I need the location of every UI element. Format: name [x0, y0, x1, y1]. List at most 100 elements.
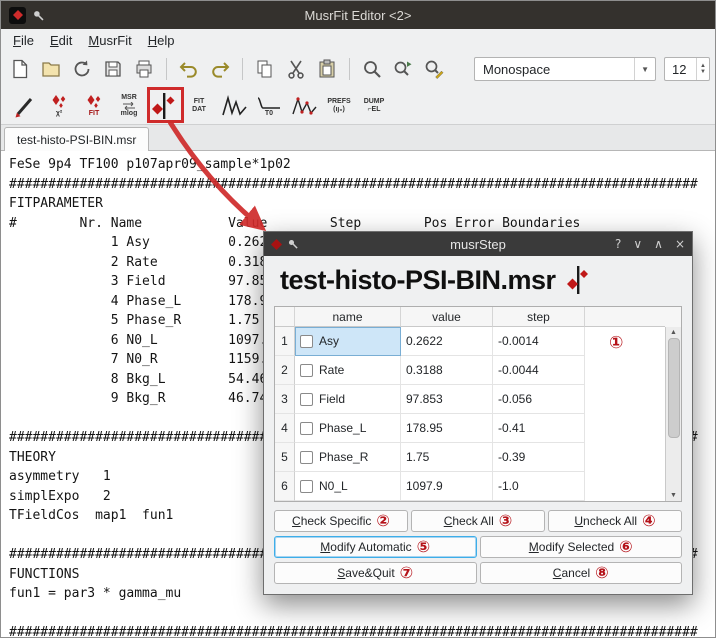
column-header-step: step: [493, 307, 585, 327]
font-size-spinbox[interactable]: 12 ▲▼: [664, 57, 710, 81]
open-file-button[interactable]: [37, 55, 65, 83]
musrview-button[interactable]: [219, 89, 249, 123]
table-cell-step[interactable]: -0.0014: [493, 327, 585, 356]
table-cell-name[interactable]: Rate: [295, 356, 401, 385]
cut-button[interactable]: [282, 55, 310, 83]
reload-button[interactable]: [68, 55, 96, 83]
row-number[interactable]: 4: [275, 414, 295, 443]
prefs-caption: PREFS: [327, 98, 350, 106]
annotation-circle-4: ④: [642, 513, 656, 529]
table-cell-step[interactable]: -0.39: [493, 443, 585, 472]
redo-button[interactable]: [206, 55, 234, 83]
maximize-button[interactable]: ∧: [654, 238, 663, 250]
scroll-up-icon[interactable]: ▲: [670, 327, 677, 338]
check-specific-button[interactable]: Check Specific ②: [274, 510, 408, 532]
menu-edit[interactable]: Edit: [42, 31, 80, 50]
table-cell-value[interactable]: 178.95: [401, 414, 493, 443]
msr2data-button[interactable]: MSR mlog: [114, 89, 144, 123]
corner-header: [275, 307, 295, 327]
t0-caption: T0: [265, 110, 273, 118]
row-number[interactable]: 3: [275, 385, 295, 414]
spinner-arrows-icon[interactable]: ▲▼: [696, 58, 709, 80]
copy-button[interactable]: [251, 55, 279, 83]
table-cell-value[interactable]: 0.3188: [401, 356, 493, 385]
annotation-circle-6: ⑥: [619, 539, 633, 555]
undo-icon: [178, 58, 200, 80]
table-cell-value[interactable]: 0.2622: [401, 327, 493, 356]
table-cell-empty: [585, 443, 665, 472]
find-replace-button[interactable]: [420, 55, 448, 83]
scrollbar-thumb[interactable]: [668, 338, 680, 438]
scroll-down-icon[interactable]: ▼: [670, 490, 677, 501]
musrwiz-button[interactable]: [9, 89, 39, 123]
annotation-circle-5: ⑤: [417, 539, 431, 555]
musrfit-logo-icon: [566, 265, 590, 295]
dialog-button-area: Check Specific ② Check All ③ Uncheck All…: [264, 502, 692, 584]
uncheck-all-button[interactable]: Uncheck All ④: [548, 510, 682, 532]
table-cell-value[interactable]: 1.75: [401, 443, 493, 472]
table-cell-step[interactable]: -0.0044: [493, 356, 585, 385]
row-number[interactable]: 5: [275, 443, 295, 472]
undo-button[interactable]: [175, 55, 203, 83]
row-number[interactable]: 6: [275, 472, 295, 501]
table-cell-name[interactable]: Asy: [295, 327, 401, 356]
table-cell-name[interactable]: Phase_R: [295, 443, 401, 472]
print-button[interactable]: [130, 55, 158, 83]
table-cell-value[interactable]: 1097.9: [401, 472, 493, 501]
checkbox[interactable]: [300, 451, 313, 464]
checkbox[interactable]: [300, 364, 313, 377]
menu-help[interactable]: Help: [140, 31, 183, 50]
table-cell-name[interactable]: Phase_L: [295, 414, 401, 443]
checkbox[interactable]: [300, 480, 313, 493]
save-button[interactable]: [99, 55, 127, 83]
find-next-button[interactable]: [389, 55, 417, 83]
table-cell-step[interactable]: -0.41: [493, 414, 585, 443]
minimize-button[interactable]: ∨: [633, 238, 642, 250]
menu-musrfit[interactable]: MusrFit: [80, 31, 139, 50]
musrfit-button[interactable]: FIT: [79, 89, 109, 123]
table-cell-step[interactable]: -0.056: [493, 385, 585, 414]
search-button[interactable]: [358, 55, 386, 83]
font-family-value: Monospace: [483, 62, 550, 77]
param-name: N0_L: [319, 479, 348, 493]
cancel-button[interactable]: Cancel ⑧: [480, 562, 683, 584]
table-cell-step[interactable]: -1.0: [493, 472, 585, 501]
save-icon: [102, 58, 124, 80]
fit-caption: FIT: [89, 110, 100, 118]
menubar: File Edit MusrFit Help: [1, 29, 715, 51]
modify-automatic-button[interactable]: Modify Automatic ⑤: [274, 536, 477, 558]
help-button[interactable]: ?: [615, 238, 621, 250]
save-quit-button[interactable]: Save&Quit ⑦: [274, 562, 477, 584]
musrfit-chisq-button[interactable]: χ²: [44, 89, 74, 123]
waveform-dots-icon: [291, 93, 318, 119]
window-titlebar[interactable]: MusrFit Editor <2>: [1, 1, 715, 29]
table-cell-name[interactable]: N0_L: [295, 472, 401, 501]
modify-selected-button[interactable]: Modify Selected ⑥: [480, 536, 683, 558]
musrprefs-button[interactable]: PREFS (ıȷ₀): [324, 89, 354, 123]
row-number[interactable]: 1: [275, 327, 295, 356]
fit-dat-button[interactable]: FIT DAT: [184, 89, 214, 123]
checkbox[interactable]: [300, 422, 313, 435]
font-family-select[interactable]: Monospace ▼: [474, 57, 656, 81]
table-cell-name[interactable]: Field: [295, 385, 401, 414]
checkbox[interactable]: [300, 335, 313, 348]
row-number[interactable]: 2: [275, 356, 295, 385]
close-button[interactable]: ×: [675, 238, 685, 250]
table-scrollbar[interactable]: ▲ ▼: [665, 327, 681, 501]
musrdump-button[interactable]: DUMP ⌐EL: [359, 89, 389, 123]
dialog-titlebar[interactable]: musrStep ? ∨ ∧ ×: [264, 232, 692, 256]
main-toolbar: Monospace ▼ 12 ▲▼: [1, 51, 715, 87]
raw-plot-button[interactable]: [289, 89, 319, 123]
toolbar-separator: [349, 58, 350, 80]
paste-button[interactable]: [313, 55, 341, 83]
musrt0-button[interactable]: T0: [254, 89, 284, 123]
check-all-button[interactable]: Check All ③: [411, 510, 545, 532]
table-cell-value[interactable]: 97.853: [401, 385, 493, 414]
annotation-circle-2: ②: [376, 513, 390, 529]
annotation-circle-1: ①: [609, 335, 623, 352]
menu-file[interactable]: File: [5, 31, 42, 50]
new-document-button[interactable]: [6, 55, 34, 83]
checkbox[interactable]: [300, 393, 313, 406]
font-size-value: 12: [672, 62, 686, 77]
tab-msr-file[interactable]: test-histo-PSI-BIN.msr: [4, 127, 149, 151]
